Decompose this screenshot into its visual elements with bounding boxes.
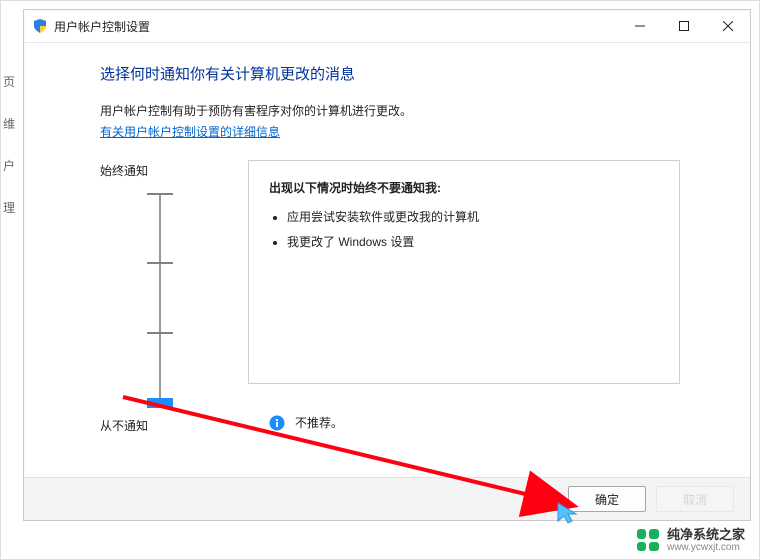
window-body: 选择何时通知你有关计算机更改的消息 用户帐户控制有助于预防有害程序对你的计算机进… xyxy=(24,43,750,478)
slider-tick xyxy=(147,332,173,334)
dialog-footer: 确定 取消 xyxy=(24,477,750,520)
watermark: 纯净系统之家 www.ycwxjt.com xyxy=(637,528,745,553)
slider-bottom-label: 从不通知 xyxy=(100,417,148,434)
list-item: 应用尝试安装软件或更改我的计算机 xyxy=(287,208,659,225)
bg-hint-text: 理 xyxy=(3,187,21,229)
info-icon xyxy=(269,415,285,431)
slider-top-label: 始终通知 xyxy=(100,162,148,179)
panel-list: 应用尝试安装软件或更改我的计算机 我更改了 Windows 设置 xyxy=(287,208,659,250)
panel-title: 出现以下情况时始终不要通知我: xyxy=(269,179,659,196)
recommendation-row: 不推荐。 xyxy=(269,414,343,431)
watermark-text: 纯净系统之家 www.ycwxjt.com xyxy=(667,528,745,553)
minimize-button[interactable] xyxy=(618,10,662,42)
list-item: 我更改了 Windows 设置 xyxy=(287,233,659,250)
page-heading: 选择何时通知你有关计算机更改的消息 xyxy=(100,63,680,84)
watermark-name: 纯净系统之家 xyxy=(667,528,745,542)
slider-column: 始终通知 从不通知 xyxy=(100,160,220,434)
minimize-icon xyxy=(635,21,645,31)
maximize-button[interactable] xyxy=(662,10,706,42)
page-description: 用户帐户控制有助于预防有害程序对你的计算机进行更改。 xyxy=(100,102,680,119)
close-button[interactable] xyxy=(706,10,750,42)
slider-tick xyxy=(147,193,173,195)
titlebar: 用户帐户控制设置 xyxy=(24,10,750,43)
notification-level-slider[interactable] xyxy=(125,193,195,403)
bg-hint-text: 维 xyxy=(3,103,21,145)
screenshot-stage: 页 维 户 理 用户帐户控制设置 xyxy=(0,0,760,560)
background-window-hints: 页 维 户 理 xyxy=(3,61,21,229)
close-icon xyxy=(723,21,733,31)
watermark-url: www.ycwxjt.com xyxy=(667,542,745,553)
ok-button[interactable]: 确定 xyxy=(568,486,646,512)
slider-tick xyxy=(147,262,173,264)
slider-thumb[interactable] xyxy=(147,398,173,408)
recommendation-text: 不推荐。 xyxy=(295,414,343,431)
window-buttons xyxy=(618,10,750,42)
bg-hint-text: 户 xyxy=(3,145,21,187)
content-row: 始终通知 从不通知 出现以下情况时始终不要通知我: 应用尝试安装软件或更改我 xyxy=(100,160,680,434)
slider-track xyxy=(159,193,161,403)
maximize-icon xyxy=(679,21,689,31)
window-title: 用户帐户控制设置 xyxy=(54,18,150,35)
watermark-logo-icon xyxy=(637,529,659,551)
shield-icon xyxy=(32,18,48,34)
bg-hint-text: 页 xyxy=(3,61,21,103)
level-description-panel: 出现以下情况时始终不要通知我: 应用尝试安装软件或更改我的计算机 我更改了 Wi… xyxy=(248,160,680,384)
help-link[interactable]: 有关用户帐户控制设置的详细信息 xyxy=(100,123,280,140)
cancel-button[interactable]: 取消 xyxy=(656,486,734,512)
uac-settings-window: 用户帐户控制设置 选择何时通知你有关计算机更改的消息 用户帐户控制有助于预防有害… xyxy=(23,9,751,521)
